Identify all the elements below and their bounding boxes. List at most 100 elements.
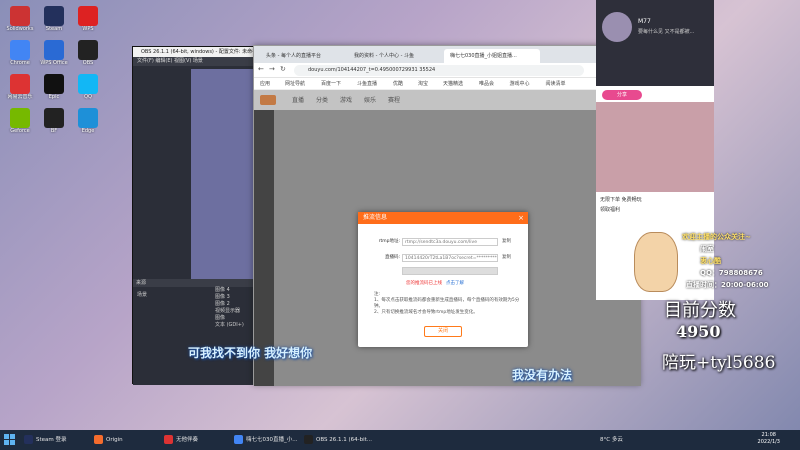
app-icon (44, 108, 64, 128)
clock-time: 21:08 (761, 432, 776, 438)
obs-source-item[interactable]: 图像 (215, 315, 244, 322)
dialog-header: 推流信息 × (358, 212, 528, 224)
taskbar-app-label: Steam 登录 (36, 437, 67, 443)
desktop-icon[interactable]: WPS (72, 6, 104, 32)
subtitle-line: 可我找不到你 我好想你 (188, 346, 313, 360)
warning-message: 您的推流码已上线 (406, 281, 442, 286)
welcome-text: 欢迎主播的公众关注~ (682, 233, 751, 241)
taskbar-app[interactable]: OBS 26.1.1 (64-bit... (304, 434, 372, 446)
promo-line: 无限下单 免费畅玩 (600, 197, 642, 203)
learn-more-link[interactable]: 点击了解 (446, 281, 464, 286)
browser-tab[interactable]: 我的资料 - 个人中心 - 斗鱼 (348, 49, 442, 63)
obs-source-item[interactable]: 文本 (GDI+) (215, 322, 244, 329)
desktop-icon[interactable]: 网易云音乐 (4, 74, 36, 100)
obs-source-item[interactable]: 图像 2 (215, 301, 244, 308)
desktop-icon[interactable]: Solidworks (4, 6, 36, 32)
copy-key-button[interactable]: 复制 (502, 254, 511, 260)
taskbar-app[interactable]: Origin (94, 434, 123, 446)
avatar (602, 12, 632, 42)
taskbar-app[interactable]: 嗨七七030直播_小... (234, 434, 298, 446)
url-input[interactable]: douyu.com/104144207_t=0.495000729931 355… (294, 65, 584, 76)
desktop-icon[interactable]: QQ (72, 74, 104, 100)
bookmark-item[interactable]: 阅读清单 (546, 78, 566, 90)
bookmark-item[interactable]: 淘宝 (418, 78, 428, 90)
desktop-icon[interactable]: BF (38, 108, 70, 134)
site-nav-item[interactable]: 赛程 (388, 95, 400, 104)
desktop-icon[interactable]: Geforce (4, 108, 36, 134)
obs-menu-bar[interactable]: 文件(F) 编辑(E) 视图(V) 场景 (133, 57, 259, 66)
browser-tab-active[interactable]: 嗨七七030直播_小姐姐直播... (444, 49, 540, 63)
bookmark-item[interactable]: 网址导航 (285, 78, 305, 90)
windows-start-icon[interactable] (4, 434, 16, 446)
obs-window[interactable]: OBS 26.1.1 (64-bit, windows) - 配置文件: 未命名… (132, 46, 261, 385)
page-content: 直播 分类 游戏 娱乐 赛程 推流信息 × rtmp地址: rtmp://sen… (254, 90, 641, 386)
reload-icon[interactable]: ↻ (280, 65, 286, 73)
score-title: 目前分数 (664, 300, 736, 321)
obs-source-list[interactable]: 图像 4 图像 3 图像 2 视频显示器 图像 文本 (GDI+) (215, 287, 244, 329)
obs-source-item[interactable]: 视频显示器 (215, 308, 244, 315)
app-icon (304, 435, 313, 444)
taskbar-app[interactable]: 无他伴奏 (164, 434, 198, 446)
site-nav-item[interactable]: 分类 (316, 95, 328, 104)
douyu-logo (260, 95, 276, 105)
desktop-icon[interactable]: WPS Office (38, 40, 70, 66)
copy-rtmp-button[interactable]: 复制 (502, 238, 511, 244)
taskbar-app[interactable]: Steam 登录 (24, 434, 67, 446)
app-icon (44, 40, 64, 60)
desktop-icon-label: Steam (45, 26, 63, 32)
desktop-icon[interactable]: Chrome (4, 40, 36, 66)
desktop-icon-label: Epic (48, 94, 60, 100)
back-icon[interactable]: ← (258, 65, 264, 73)
key-label: 直播码: (384, 255, 400, 260)
stream-key-field[interactable]: 10414420rT2tLa1B7oc?secret=************* (402, 254, 498, 262)
site-nav-item[interactable]: 娱乐 (364, 95, 376, 104)
desktop-icon[interactable]: Epic (38, 74, 70, 100)
weather-status[interactable]: 8°C 多云 (600, 434, 623, 446)
site-header: 直播 分类 游戏 娱乐 赛程 (254, 90, 641, 110)
browser-window[interactable]: 头条 - 每个人的直播平台 我的资料 - 个人中心 - 斗鱼 嗨七七030直播_… (253, 45, 641, 386)
app-icon (10, 40, 30, 60)
taskbar-app-label: OBS 26.1.1 (64-bit... (316, 437, 373, 443)
warning-text: 您的推流码已上线 点击了解 (406, 280, 464, 286)
site-nav-item[interactable]: 游戏 (340, 95, 352, 104)
app-icon (10, 6, 30, 26)
close-icon[interactable]: × (518, 212, 524, 224)
close-dialog-button[interactable]: 关闭 (424, 326, 462, 337)
app-icon (24, 435, 33, 444)
bookmark-item[interactable]: 天猫精选 (443, 78, 463, 90)
bookmark-item[interactable]: 斗鱼直播 (357, 78, 377, 90)
bookmark-item[interactable]: 优酷 (393, 78, 403, 90)
desktop-icon[interactable]: Steam (38, 6, 70, 32)
clock[interactable]: 21:08 2022/1/3 (758, 432, 780, 446)
chat-window[interactable]: M77 要每什么见 又不是都被... (596, 0, 714, 86)
bookmark-item[interactable]: 唯品会 (479, 78, 494, 90)
desktop-icon-label: BF (50, 128, 58, 134)
obs-source-item[interactable]: 图像 3 (215, 294, 244, 301)
chat-contact-name: M77 (638, 18, 651, 25)
app-icon (10, 74, 30, 94)
app-icon (78, 6, 98, 26)
app-icon (94, 435, 103, 444)
site-nav-item[interactable]: 直播 (292, 95, 304, 104)
rtmp-label: rtmp地址: (378, 239, 400, 244)
desktop-icon[interactable]: OBS (72, 40, 104, 66)
bookmark-item[interactable]: 游戏中心 (510, 78, 530, 90)
time-line: 直播时间：20:00-06:00 (686, 280, 768, 290)
bookmark-item[interactable]: 应用 (260, 78, 270, 90)
app-icon (78, 40, 98, 60)
taskbar-app-label: Origin (106, 437, 123, 443)
obs-source-item[interactable]: 图像 4 (215, 287, 244, 294)
tab-strip: 头条 - 每个人的直播平台 我的资料 - 个人中心 - 斗鱼 嗨七七030直播_… (254, 46, 639, 63)
desktop-icon[interactable]: Edge (72, 108, 104, 134)
app-icon (78, 74, 98, 94)
desktop-icon-label: Geforce (10, 128, 30, 134)
note-item: 1、每次点击获取推流码都会重新生成直播码，每个直播码的有效期为5分钟。 (374, 298, 520, 309)
desktop-icon-label: Edge (81, 128, 95, 134)
rtmp-field[interactable]: rtmp://sendtc3a.douyu.com/live (402, 238, 498, 246)
bookmark-item[interactable]: 百度一下 (321, 78, 341, 90)
qq-line: QQ：798808676 (700, 268, 763, 278)
obs-panel: 来源 场景 图像 4 图像 3 图像 2 视频显示器 图像 文本 (GDI+) (133, 279, 261, 385)
browser-tab[interactable]: 头条 - 每个人的直播平台 (260, 49, 346, 63)
forward-icon[interactable]: → (269, 65, 275, 73)
taskbar-app-label: 无他伴奏 (176, 437, 199, 443)
